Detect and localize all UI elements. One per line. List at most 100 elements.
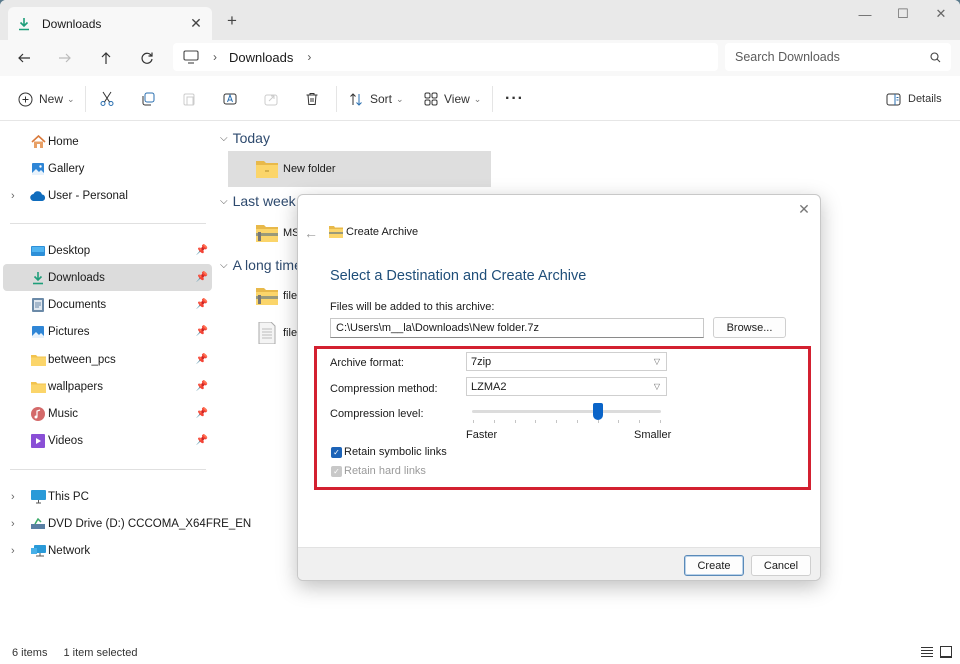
new-tab-button[interactable]: + <box>222 11 242 31</box>
slider-thumb[interactable] <box>592 403 603 420</box>
sidebar-item-network[interactable]: › Network <box>3 537 212 564</box>
sidebar-item-home[interactable]: Home <box>3 128 212 155</box>
chevron-right-icon[interactable]: › <box>11 545 15 557</box>
minimize-button[interactable]: — <box>846 0 884 28</box>
new-button[interactable]: New ⌄ <box>18 87 75 111</box>
details-pane-button[interactable]: Details <box>886 87 942 111</box>
forward-button[interactable] <box>53 46 77 70</box>
retain-hard-links-checkbox[interactable]: ✓ <box>331 466 342 477</box>
back-button[interactable]: ← <box>304 225 318 241</box>
file-item-ms[interactable]: MS <box>228 215 300 251</box>
chevron-right-icon[interactable]: › <box>11 190 15 202</box>
search-input[interactable] <box>735 50 915 64</box>
sidebar-item-documents[interactable]: Documents 📌 <box>3 291 212 318</box>
sort-button[interactable]: Sort ⌄ <box>349 87 404 111</box>
pin-icon[interactable]: 📌 <box>196 354 208 365</box>
view-button[interactable]: View ⌄ <box>424 87 481 111</box>
slider-tick <box>660 420 661 423</box>
compression-method-select[interactable]: LZMA2 ▽ <box>466 377 667 396</box>
breadcrumb-chevron-icon[interactable]: › <box>307 50 311 64</box>
file-item-zip[interactable]: file. <box>228 278 300 314</box>
details-view-button[interactable] <box>921 646 933 660</box>
trash-icon <box>306 93 318 105</box>
browse-button[interactable]: Browse... <box>713 317 786 338</box>
retain-hard-links-label: Retain hard links <box>344 465 426 477</box>
sidebar-item-pictures[interactable]: Pictures 📌 <box>3 318 212 345</box>
share-button[interactable] <box>263 87 279 111</box>
title-bar: Downloads ✕ + — ☐ ✕ <box>0 0 960 40</box>
refresh-icon <box>141 52 153 64</box>
close-dialog-button[interactable]: ✕ <box>796 201 812 217</box>
group-header-last-week[interactable]: ⌵ Last week <box>220 193 296 209</box>
create-archive-dialog: ✕ ← Create Archive Select a Destination … <box>297 194 821 581</box>
compression-method-label: Compression method: <box>330 383 438 395</box>
sidebar-item-downloads[interactable]: Downloads 📌 <box>3 264 212 291</box>
breadcrumb-chevron-icon[interactable]: › <box>213 50 217 64</box>
sidebar-item-wallpapers[interactable]: wallpapers 📌 <box>3 373 212 400</box>
music-icon <box>30 406 46 422</box>
sidebar-item-user-personal[interactable]: › User - Personal <box>3 182 212 209</box>
up-button[interactable] <box>94 46 118 70</box>
file-item-new-folder[interactable]: New folder <box>228 151 491 187</box>
chevron-right-icon[interactable]: › <box>11 491 15 503</box>
sidebar-item-between-pcs[interactable]: between_pcs 📌 <box>3 346 212 373</box>
archive-format-select[interactable]: 7zip ▽ <box>466 352 667 371</box>
tab-downloads[interactable]: Downloads ✕ <box>8 7 212 40</box>
breadcrumb-downloads[interactable]: Downloads <box>229 50 293 65</box>
slider-tick <box>576 420 578 423</box>
retain-symbolic-links-label[interactable]: Retain symbolic links <box>344 446 447 458</box>
pin-icon[interactable]: 📌 <box>196 381 208 392</box>
group-header-today[interactable]: ⌵ Today <box>220 130 270 146</box>
close-window-button[interactable]: ✕ <box>922 0 960 28</box>
sidebar-item-desktop[interactable]: Desktop 📌 <box>3 237 212 264</box>
paste-button[interactable] <box>181 87 197 111</box>
chevron-right-icon[interactable]: › <box>11 518 15 530</box>
sidebar-divider <box>10 469 206 470</box>
details-label: Details <box>908 93 942 105</box>
cut-button[interactable] <box>99 87 115 111</box>
dvd-icon <box>30 516 46 532</box>
sidebar-divider <box>10 223 206 224</box>
file-item-document[interactable]: file. <box>228 315 300 351</box>
search-icon <box>930 51 941 62</box>
cancel-button[interactable]: Cancel <box>751 555 811 576</box>
dialog-footer: Create Cancel <box>298 547 820 580</box>
folder-icon <box>30 352 46 368</box>
delete-button[interactable] <box>304 87 320 111</box>
more-options-button[interactable]: ··· <box>505 87 524 111</box>
archive-path-field[interactable] <box>330 318 704 338</box>
slider-tick <box>473 420 474 423</box>
zip-folder-icon <box>256 225 278 242</box>
pin-icon[interactable]: 📌 <box>196 435 208 446</box>
sidebar-item-videos[interactable]: Videos 📌 <box>3 427 212 454</box>
pin-icon[interactable]: 📌 <box>196 299 208 310</box>
pin-icon[interactable]: 📌 <box>196 408 208 419</box>
rename-button[interactable] <box>222 87 238 111</box>
sidebar-item-music[interactable]: Music 📌 <box>3 400 212 427</box>
pin-icon[interactable]: 📌 <box>196 326 208 337</box>
slider-track[interactable] <box>472 410 661 413</box>
sort-label: Sort <box>370 92 393 106</box>
sidebar-item-gallery[interactable]: Gallery <box>3 155 212 182</box>
address-bar[interactable]: › Downloads › <box>173 43 718 71</box>
close-tab-button[interactable]: ✕ <box>186 15 206 32</box>
sidebar-item-dvd-drive[interactable]: › DVD Drive (D:) CCCOMA_X64FRE_EN <box>3 510 251 537</box>
chevron-down-icon: ⌄ <box>396 93 404 104</box>
maximize-button[interactable]: ☐ <box>884 0 922 28</box>
chevron-down-icon: ⌵ <box>220 132 228 144</box>
up-arrow-icon <box>101 52 111 64</box>
create-button[interactable]: Create <box>684 555 744 576</box>
back-button[interactable] <box>12 46 36 70</box>
download-icon <box>16 16 32 32</box>
pc-icon <box>30 489 46 505</box>
pin-icon[interactable]: 📌 <box>196 272 208 283</box>
group-header-a-long-time-ago[interactable]: ⌵ A long time <box>220 257 302 273</box>
refresh-button[interactable] <box>135 46 159 70</box>
large-icons-view-icon <box>940 646 952 658</box>
copy-button[interactable] <box>140 87 156 111</box>
retain-symbolic-links-checkbox[interactable]: ✓ <box>331 447 342 458</box>
pin-icon[interactable]: 📌 <box>196 245 208 256</box>
tiles-view-button[interactable] <box>940 646 952 661</box>
sidebar-item-this-pc[interactable]: › This PC <box>3 483 212 510</box>
search-box[interactable] <box>725 43 951 71</box>
